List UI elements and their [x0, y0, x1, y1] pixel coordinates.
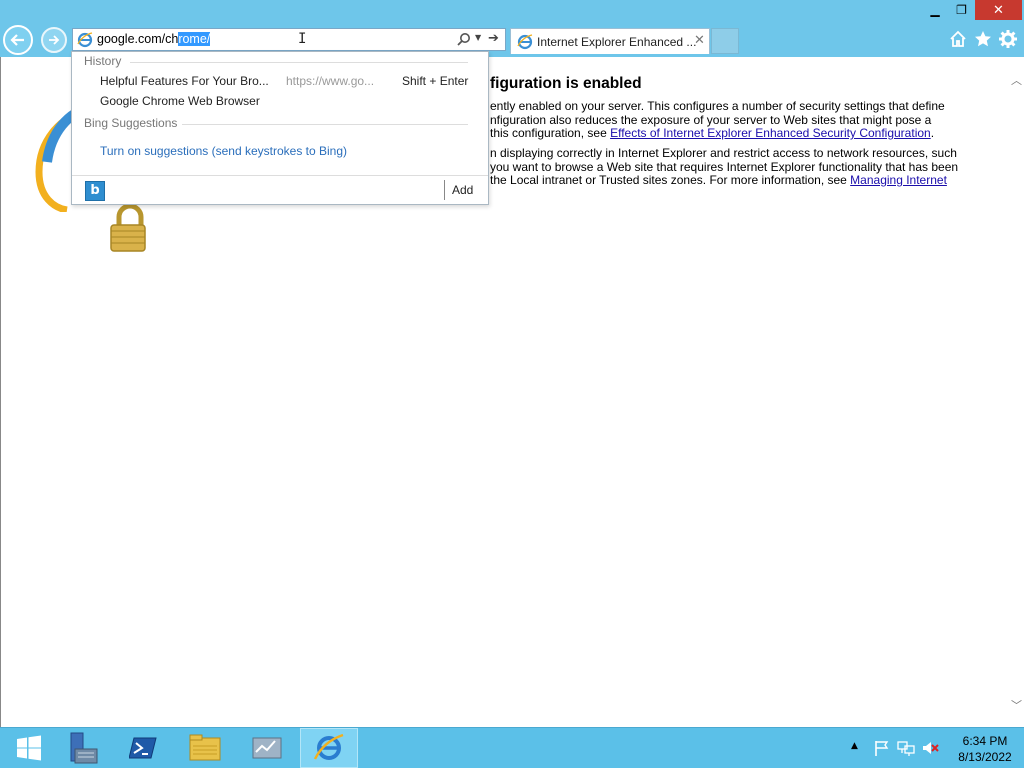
history-section-label: History — [84, 54, 122, 68]
add-search-provider-button[interactable]: Add — [452, 183, 473, 197]
folder-icon — [189, 734, 221, 761]
managing-internet-link[interactable]: Managing Internet — [850, 173, 947, 187]
paragraph-1-line-1: ently enabled on your server. This confi… — [490, 99, 945, 113]
turn-on-suggestions-link[interactable]: Turn on suggestions (send keystrokes to … — [100, 144, 347, 158]
minimize-icon: ▁ — [930, 3, 940, 17]
shortcut-hint: Shift + Enter — [402, 74, 469, 88]
action-center-flag-icon[interactable] — [873, 739, 891, 757]
internet-explorer-button[interactable] — [300, 728, 358, 768]
ie-page-icon — [77, 32, 93, 48]
bing-icon[interactable]: b — [85, 181, 105, 201]
windows-logo-icon — [17, 735, 41, 761]
address-input[interactable]: google.com/chrome/ — [97, 32, 211, 46]
paragraph-2-line-1: n displaying correctly in Internet Explo… — [490, 146, 957, 160]
ie-tab-icon — [517, 34, 533, 50]
network-icon[interactable] — [897, 739, 915, 757]
history-item-helpful-features[interactable]: Helpful Features For Your Bro... — [100, 74, 269, 88]
close-window-button[interactable]: ✕ — [975, 0, 1022, 20]
go-arrow-icon[interactable]: ➔ — [488, 31, 499, 46]
favorites-star-icon[interactable] — [973, 29, 993, 49]
server-manager-icon — [70, 732, 98, 764]
taskbar: ▲ 6:34 PM 8/13/2022 — [0, 727, 1024, 768]
scroll-down-icon[interactable]: ﹀ — [1011, 697, 1022, 713]
bing-section-label: Bing Suggestions — [84, 116, 178, 130]
clock-time[interactable]: 6:34 PM — [950, 734, 1020, 748]
restore-icon: ❐ — [956, 3, 967, 17]
gear-icon[interactable] — [998, 29, 1018, 49]
back-button[interactable] — [3, 25, 33, 55]
paragraph-1-end: . — [930, 126, 935, 140]
paragraph-1-text: this configuration, see — [490, 126, 611, 140]
close-tab-icon[interactable]: ✕ — [694, 33, 705, 48]
search-icon[interactable] — [456, 32, 472, 48]
maximize-button[interactable]: ❐ — [948, 0, 975, 20]
dropdown-footer: b Add — [72, 175, 488, 204]
history-item-url: https://www.go... — [286, 74, 375, 88]
new-tab-button[interactable] — [711, 28, 739, 54]
file-explorer-button[interactable] — [176, 728, 234, 768]
admin-tools-icon — [252, 737, 282, 759]
browser-toolbar: ▁ ❐ ✕ google.com/chrome/ ▼ ➔ I Internet … — [0, 0, 1024, 57]
powershell-button[interactable] — [114, 728, 172, 768]
tab-ie-esc[interactable]: Internet Explorer Enhanced ... ✕ — [510, 28, 710, 54]
start-button[interactable] — [0, 728, 58, 768]
padlock-icon — [110, 203, 146, 252]
close-icon: ✕ — [993, 2, 1004, 18]
volume-muted-icon[interactable] — [921, 739, 939, 757]
back-arrow-icon — [10, 34, 24, 46]
address-autocomplete-selection: rome/ — [178, 32, 211, 46]
paragraph-2-line-3: the Local intranet or Trusted sites zone… — [490, 173, 947, 188]
powershell-icon — [129, 737, 157, 759]
server-manager-button[interactable] — [54, 728, 112, 768]
tab-title: Internet Explorer Enhanced ... — [537, 35, 697, 49]
forward-arrow-icon — [49, 35, 60, 45]
divider — [444, 180, 445, 200]
paragraph-2-text: the Local intranet or Trusted sites zone… — [490, 173, 851, 187]
forward-button[interactable] — [41, 27, 67, 53]
chevron-down-icon[interactable]: ▼ — [475, 33, 481, 42]
divider — [130, 62, 468, 63]
effects-esc-link[interactable]: Effects of Internet Explorer Enhanced Se… — [610, 126, 931, 140]
address-suggestions-dropdown: History Helpful Features For Your Bro...… — [71, 51, 489, 205]
internet-explorer-icon — [313, 733, 344, 760]
history-item-google-chrome[interactable]: Google Chrome Web Browser — [100, 94, 260, 108]
home-icon[interactable] — [948, 29, 968, 49]
page-heading: figuration is enabled — [490, 75, 642, 92]
paragraph-1-line-3: this configuration, see Effects of Inter… — [490, 126, 935, 141]
address-typed-text: google.com/ch — [97, 32, 179, 46]
administrative-tools-button[interactable] — [238, 728, 296, 768]
show-hidden-icons-icon[interactable]: ▲ — [851, 741, 858, 751]
text-cursor-icon: I — [298, 31, 307, 47]
divider — [182, 124, 468, 125]
clock-date[interactable]: 8/13/2022 — [950, 750, 1020, 764]
scroll-up-icon[interactable]: ︿ — [1011, 72, 1022, 88]
minimize-button[interactable]: ▁ — [922, 0, 948, 20]
address-bar[interactable]: google.com/chrome/ ▼ ➔ — [72, 28, 506, 51]
